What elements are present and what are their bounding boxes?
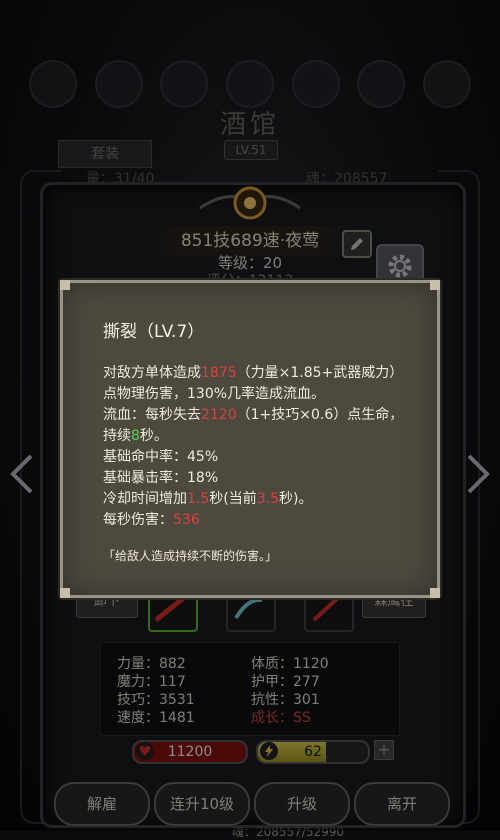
stat-armor: 护甲：277 — [251, 674, 320, 690]
cooldown-current: 3.5 — [256, 491, 279, 507]
hit-rate: 基础命中率：45% — [103, 449, 219, 465]
hp-bar: 11200 — [132, 740, 248, 764]
skill-title: 撕裂（LV.7） — [103, 322, 205, 342]
chevron-right-icon — [467, 454, 490, 494]
add-energy-button[interactable]: + — [374, 740, 394, 760]
cooldown-line: 冷却时间增加1.5秒(当前3.5秒)。 — [103, 491, 313, 507]
stat-skill: 技巧：3531 — [117, 692, 195, 708]
energy-bar: 62 — [256, 740, 370, 764]
skill-flavor-quote: 「给敌人造成持续不断的伤害。」 — [103, 549, 278, 563]
stat-resist: 抗性：301 — [251, 692, 320, 708]
hp-value: 11200 — [167, 744, 213, 760]
upgrade-10-button[interactable]: 连升10级 — [154, 782, 250, 826]
dps-value: 536 — [173, 512, 200, 528]
hero-portrait-icon — [28, 60, 77, 108]
stats-panel: 力量：882 体质：1120 魔力：117 护甲：277 技巧：3531 抗性：… — [100, 642, 400, 736]
top-hero-icons — [20, 60, 480, 108]
bleed-duration: 8 — [131, 428, 140, 444]
hero-portrait-icon — [423, 60, 472, 108]
tavern-title: 酒馆 — [219, 110, 280, 140]
leave-button[interactable]: 离开 — [354, 782, 450, 826]
player-level-badge: LV.51 — [224, 140, 278, 160]
dismiss-button[interactable]: 解雇 — [54, 782, 150, 826]
skill-tooltip: 撕裂（LV.7） 对敌方单体造成1875（力量×1.85+武器威力）点物理伤害，… — [60, 280, 440, 598]
dps-line: 每秒伤害：536 — [103, 512, 200, 528]
stat-physique: 体质：1120 — [251, 656, 329, 672]
heart-icon — [136, 742, 154, 760]
outfit-tab[interactable]: 套装 — [58, 140, 152, 168]
skill-description: 对敌方单体造成1875（力量×1.85+武器威力）点物理伤害，130%几率造成流… — [103, 363, 413, 531]
crit-rate: 基础暴击率：18% — [103, 470, 219, 486]
action-buttons: 解雇 连升10级 升级 离开 — [48, 782, 452, 826]
hero-portrait-icon — [357, 60, 406, 108]
prev-hero-button[interactable] — [4, 450, 40, 498]
stat-speed: 速度：1481 — [117, 710, 195, 726]
soul-bottom-text: 魂：208557/52990 — [232, 825, 345, 839]
chevron-left-icon — [10, 454, 33, 494]
tooltip-corner — [430, 280, 440, 290]
damage-value: 1875 — [201, 365, 237, 381]
skill-damage-line: 对敌方单体造成1875（力量×1.85+武器威力）点物理伤害，130%几率造成流… — [103, 365, 404, 402]
hero-portrait-icon — [225, 60, 274, 108]
pencil-icon — [351, 238, 363, 250]
tooltip-corner — [430, 588, 440, 598]
energy-value: 62 — [304, 744, 322, 760]
hero-portrait-icon — [291, 60, 340, 108]
tooltip-corner — [60, 588, 70, 598]
cooldown-increase: 1.5 — [187, 491, 210, 507]
stat-strength: 力量：882 — [117, 656, 186, 672]
hero-portrait-icon — [94, 60, 143, 108]
bleed-value: 2120 — [201, 407, 237, 423]
gear-icon — [388, 254, 412, 278]
hero-portrait-icon — [160, 60, 209, 108]
upgrade-button[interactable]: 升级 — [254, 782, 350, 826]
bleed-line: 流血：每秒失去2120（1+技巧×0.6）点生命，持续8秒。 — [103, 407, 404, 444]
tooltip-corner — [60, 280, 70, 290]
stat-growth: 成长：SS — [251, 710, 311, 726]
next-hero-button[interactable] — [460, 450, 496, 498]
emblem-icon — [199, 186, 301, 220]
stat-magic: 魔力：117 — [117, 674, 186, 690]
